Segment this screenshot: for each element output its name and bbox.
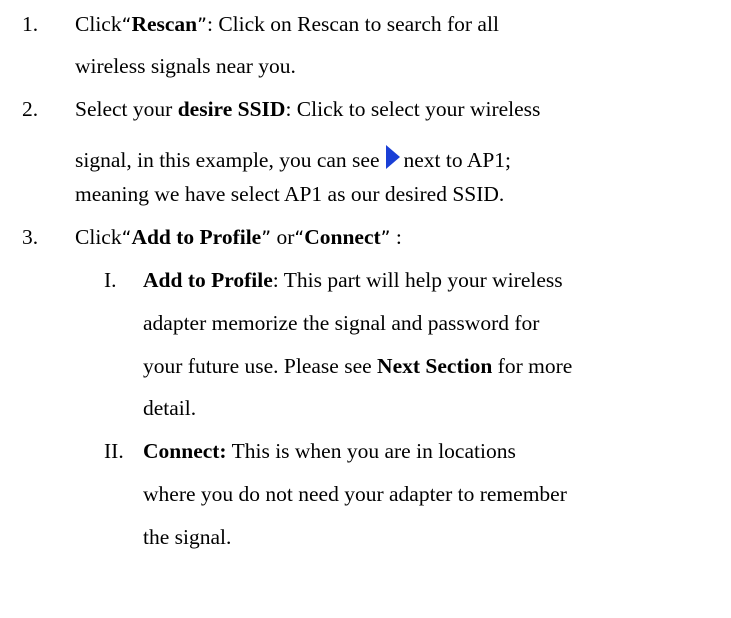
rescan-label: Rescan xyxy=(131,12,198,36)
open-quote: “ xyxy=(121,227,132,249)
item-number-2: 2. xyxy=(22,97,39,121)
open-quote: “ xyxy=(294,227,305,249)
item-2-text-after-arrow: next to AP1; xyxy=(403,148,512,172)
next-section-label: Next Section xyxy=(377,354,493,378)
item-3-click: Click xyxy=(75,225,122,249)
add-to-profile-heading: Add to Profile xyxy=(143,268,273,292)
item-number-1: 1. xyxy=(22,12,39,36)
subitem-2-line-3: the signal. xyxy=(143,525,232,549)
item-1-line-1: Click“Rescan”: Click on Rescan to search… xyxy=(75,12,499,36)
close-quote: ” xyxy=(197,14,207,36)
subitem-2-text: This is when you are in locations xyxy=(226,439,516,463)
colon-text: : xyxy=(390,225,402,249)
item-2-text-before-arrow: signal, in this example, you can see xyxy=(75,148,380,172)
item-1-line-2: wireless signals near you. xyxy=(75,54,296,78)
item-2-description: : Click to select your wireless xyxy=(285,97,541,121)
item-3-line-1: Click“Add to Profile” or“Connect” : xyxy=(75,225,402,249)
subitem-1-line-2: adapter memorize the signal and password… xyxy=(143,311,540,335)
subitem-1-line-3: your future use. Please see Next Section… xyxy=(143,354,573,378)
item-2-prefix: Select your xyxy=(75,97,178,121)
item-2-line-2: signal, in this example, you can see next… xyxy=(75,145,511,172)
subitem-2-line-1: Connect: This is when you are in locatio… xyxy=(143,439,516,463)
item-1-click: Click xyxy=(75,12,122,36)
item-number-3: 3. xyxy=(22,225,39,249)
close-quote: ” xyxy=(380,227,391,249)
item-1-description: : Click on Rescan to search for all xyxy=(206,12,499,36)
blue-right-triangle-icon xyxy=(385,145,400,169)
open-quote: “ xyxy=(121,14,132,36)
desire-ssid-label: desire SSID xyxy=(177,97,286,121)
instruction-page: 1. Click“Rescan”: Click on Rescan to sea… xyxy=(0,0,731,618)
subitem-1-text3b: for more xyxy=(492,354,573,378)
subitem-2-line-2: where you do not need your adapter to re… xyxy=(143,482,567,506)
subitem-numeral-1: I. xyxy=(104,268,117,292)
subitem-1-text3a: your future use. Please see xyxy=(143,354,378,378)
or-text: or xyxy=(271,225,295,249)
connect-label: Connect xyxy=(304,225,381,249)
connect-heading: Connect: xyxy=(143,439,227,463)
add-to-profile-label: Add to Profile xyxy=(131,225,262,249)
subitem-numeral-2: II. xyxy=(104,439,124,463)
item-2-line-1: Select your desire SSID: Click to select… xyxy=(75,97,541,121)
subitem-1-line-1: Add to Profile: This part will help your… xyxy=(143,268,563,292)
subitem-1-text: : This part will help your wireless xyxy=(272,268,563,292)
item-2-line-3: meaning we have select AP1 as our desire… xyxy=(75,182,505,206)
close-quote: ” xyxy=(261,227,272,249)
subitem-1-line-4: detail. xyxy=(143,396,197,420)
